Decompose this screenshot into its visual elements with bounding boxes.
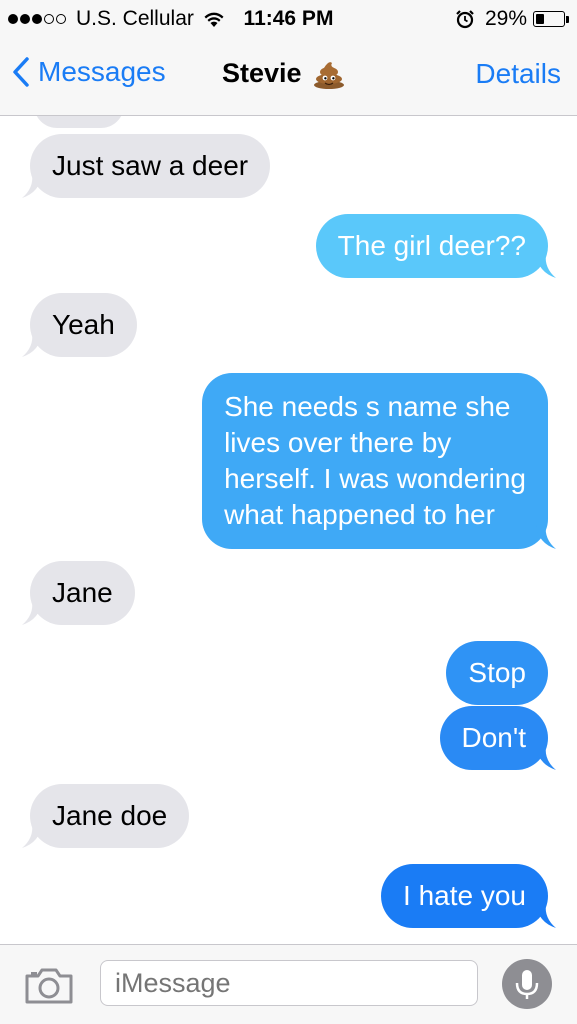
conversation-title[interactable]: Stevie [222, 58, 346, 89]
contact-name: Stevie [222, 58, 302, 88]
status-bar: U.S. Cellular 11:46 PM 29% [0, 0, 577, 38]
details-button[interactable]: Details [475, 58, 561, 90]
message-bubble-outgoing[interactable]: Don't [439, 706, 556, 770]
chevron-left-icon [13, 57, 29, 87]
message-bubble-incoming[interactable]: Yeah [22, 293, 137, 357]
message-input[interactable] [100, 960, 478, 1006]
battery-icon [533, 11, 565, 27]
message-line: She needs s name she [224, 391, 511, 422]
microphone-button[interactable] [502, 959, 552, 1009]
message-text: Just saw a deer [52, 150, 249, 181]
navigation-bar: Messages Stevie Details [0, 38, 577, 116]
message-bubble-outgoing[interactable]: Stop [446, 641, 548, 705]
message-text: Jane doe [52, 800, 168, 831]
message-line: what happened to her [224, 499, 495, 530]
input-bar [0, 944, 577, 1024]
message-line: herself. I was wondering [224, 463, 526, 494]
battery-percent: 29% [484, 7, 527, 30]
message-bubble-outgoing[interactable]: She needs s name she lives over there by… [202, 373, 556, 549]
back-label: Messages [38, 56, 166, 87]
back-button[interactable]: Messages [12, 56, 166, 88]
message-text: Don't [461, 722, 527, 753]
message-bubble-incoming[interactable]: Jane doe [22, 784, 190, 848]
message-bubble-incoming[interactable]: Just saw a deer [22, 134, 271, 198]
microphone-icon [515, 970, 539, 999]
message-bubble-outgoing[interactable]: I hate you [381, 864, 556, 928]
pile-of-poo-emoji-icon [313, 61, 344, 89]
message-line: lives over there by [224, 427, 452, 458]
alarm-clock-icon [456, 10, 474, 29]
message-bubble-partial [34, 116, 124, 128]
message-text: Jane [52, 577, 113, 608]
status-right: 29% [455, 7, 569, 31]
message-text: Stop [468, 657, 526, 688]
message-text: I hate you [403, 880, 526, 911]
message-list[interactable]: Just saw a deer The girl deer?? Yeah She… [0, 116, 577, 944]
message-bubble-outgoing[interactable]: The girl deer?? [315, 214, 556, 278]
camera-icon[interactable] [24, 967, 74, 1005]
message-text: The girl deer?? [337, 230, 526, 261]
message-bubble-incoming[interactable]: Jane [22, 561, 135, 625]
message-text: Yeah [52, 309, 115, 340]
